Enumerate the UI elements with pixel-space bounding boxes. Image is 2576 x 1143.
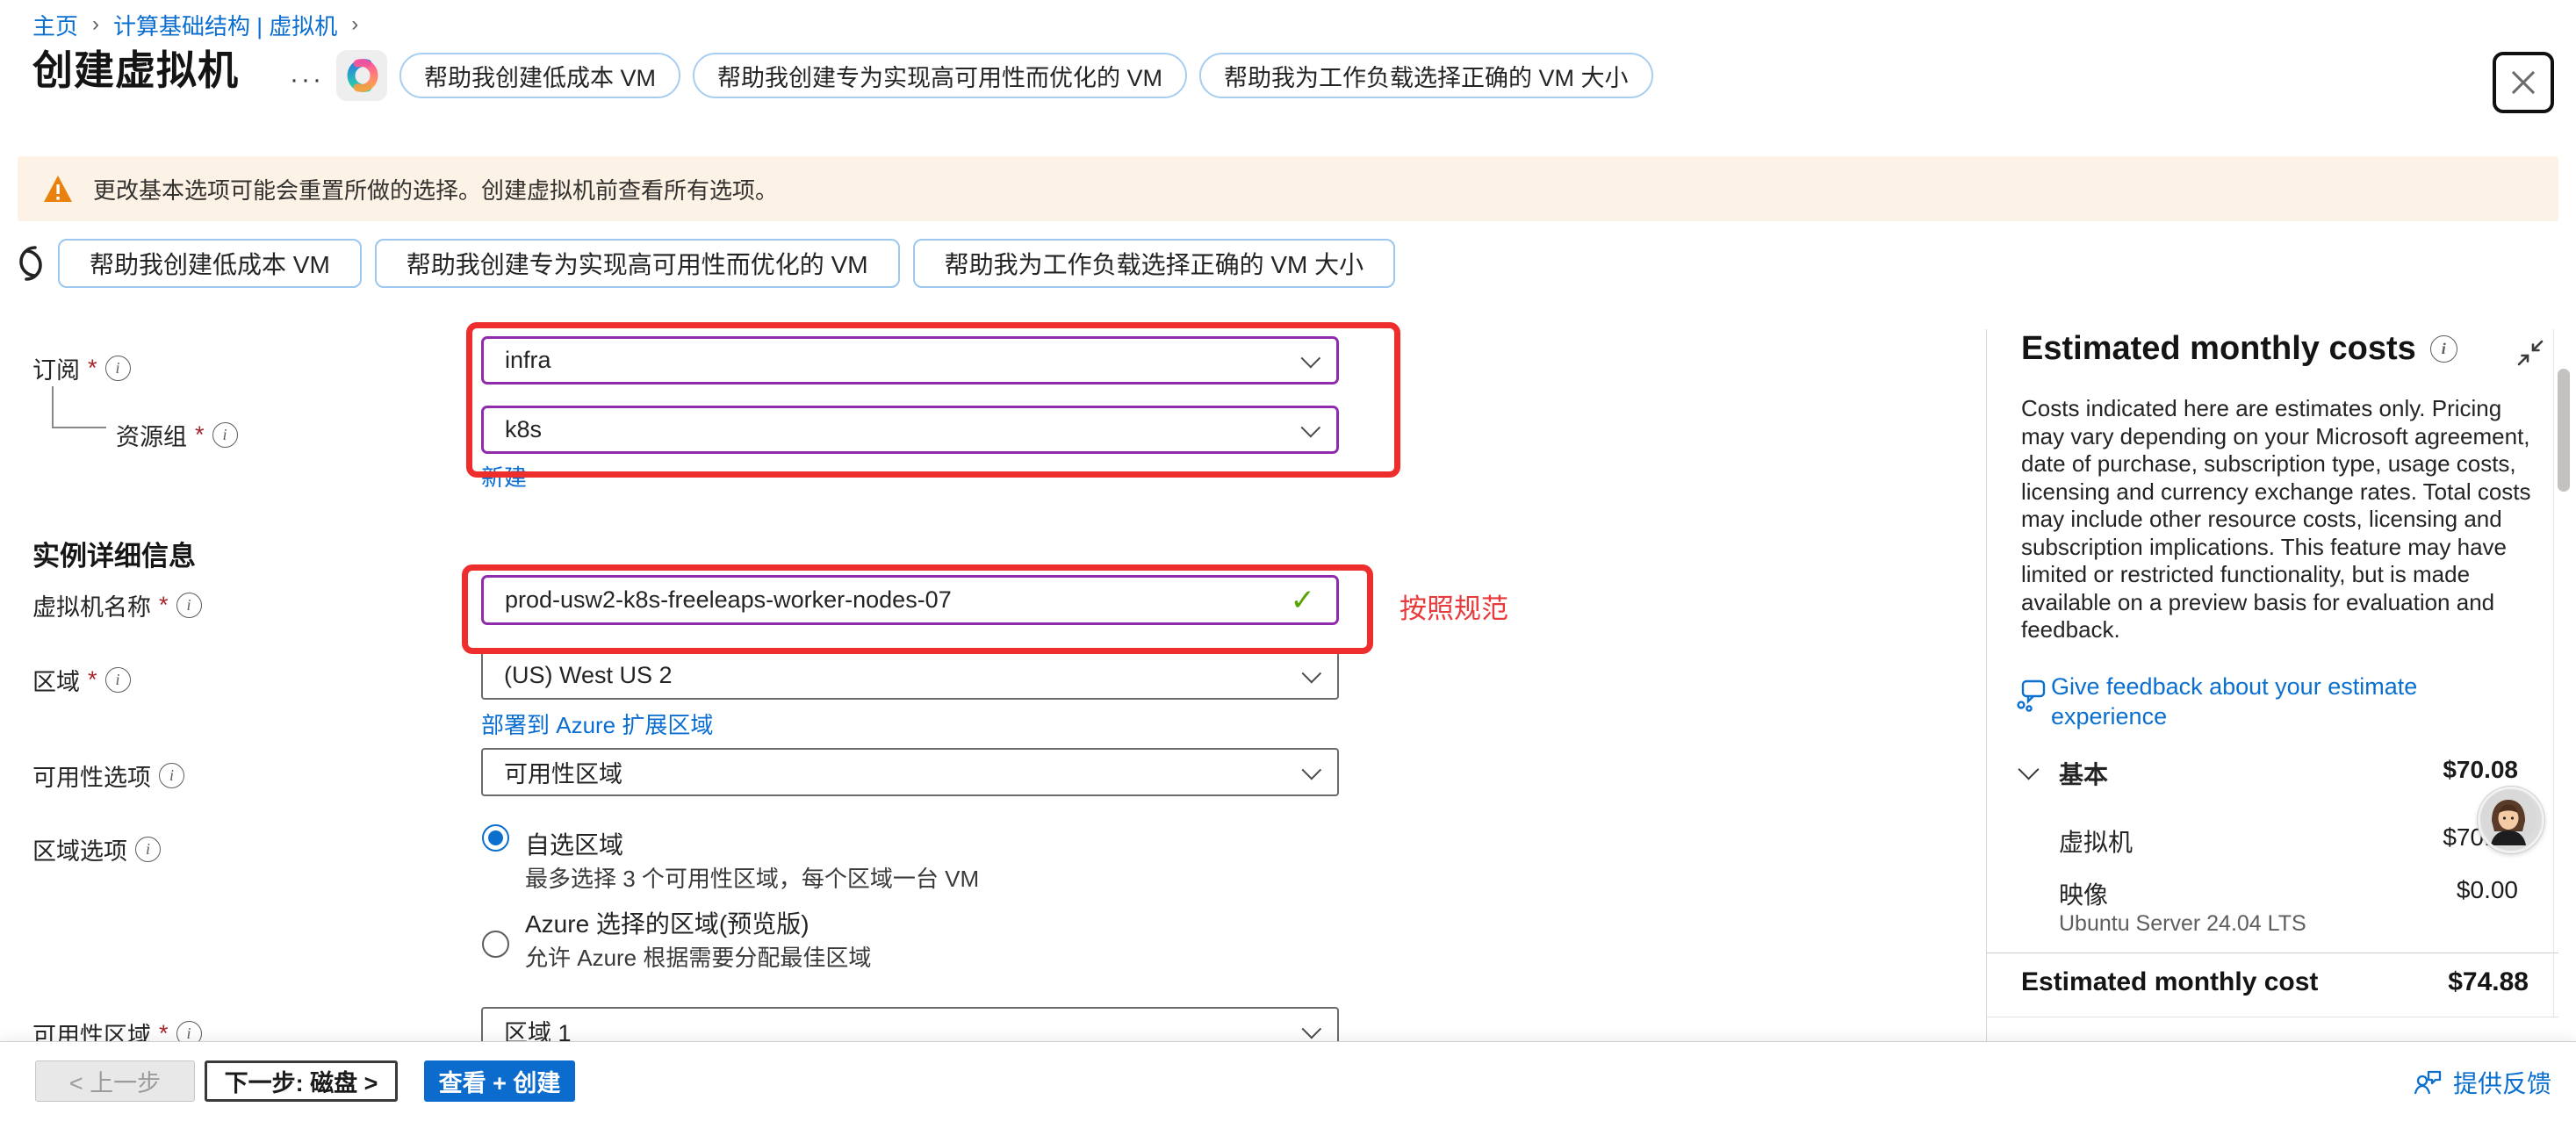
availability-options-label: 可用性选项	[32, 758, 184, 793]
warning-text: 更改基本选项可能会重置所做的选择。创建虚拟机前查看所有选项。	[93, 173, 778, 205]
connector-line	[52, 386, 54, 428]
radio-azure-selected-zone[interactable]	[482, 931, 509, 958]
chip-high-availability-vm[interactable]: 帮助我创建专为实现高可用性而优化的 VM	[693, 53, 1187, 98]
info-icon[interactable]	[159, 763, 184, 788]
more-options-button[interactable]: ···	[290, 65, 324, 95]
chevron-down-icon	[1301, 417, 1321, 437]
info-icon[interactable]	[135, 837, 161, 862]
connector-line	[52, 427, 106, 428]
create-new-resource-group-link[interactable]: 新建	[481, 460, 527, 492]
chevron-right-icon: ›	[351, 12, 358, 37]
previous-step-button[interactable]: < 上一步	[35, 1060, 195, 1102]
radio-self-selected-zone-label[interactable]: 自选区域	[525, 826, 623, 861]
review-create-button[interactable]: 查看 + 创建	[424, 1060, 575, 1102]
chevron-down-icon[interactable]	[2018, 758, 2039, 780]
assistant-avatar[interactable]	[2478, 787, 2544, 853]
scrollbar-thumb[interactable]	[2558, 369, 2570, 492]
header-suggestion-chips: 帮助我创建低成本 VM 帮助我创建专为实现高可用性而优化的 VM 帮助我为工作负…	[399, 53, 1653, 98]
chevron-down-icon	[1302, 663, 1322, 683]
info-icon[interactable]	[105, 356, 131, 381]
create-vm-page: 主页 › 计算基础结构 | 虚拟机 › 创建虚拟机 ··· 帮助我创建低成本 V…	[0, 0, 2576, 1143]
resource-group-label: 资源组 *	[116, 418, 238, 452]
info-icon[interactable]	[176, 593, 202, 618]
panel-separator	[1986, 952, 2558, 953]
annotation-text: 按照规范	[1400, 586, 1508, 626]
info-icon[interactable]	[2430, 335, 2457, 363]
copilot-outline-icon	[12, 242, 49, 289]
collapse-icon	[2516, 339, 2544, 367]
deploy-extended-zone-link[interactable]: 部署到 Azure 扩展区域	[481, 708, 713, 740]
total-cost-value: $74.88	[2283, 967, 2529, 997]
vm-name-input[interactable]: prod-usw2-k8s-freeleaps-worker-nodes-07 …	[481, 575, 1339, 625]
chevron-down-icon	[1301, 348, 1321, 368]
radio-azure-selected-zone-label[interactable]: Azure 选择的区域(预览版)	[525, 905, 809, 940]
subscription-label: 订阅 *	[32, 351, 131, 385]
info-icon[interactable]	[105, 667, 131, 693]
give-feedback-link[interactable]: 提供反馈	[2413, 1065, 2551, 1100]
avatar-image	[2480, 789, 2536, 845]
chip-right-vm-size[interactable]: 帮助我为工作负载选择正确的 VM 大小	[913, 239, 1396, 288]
radio-azure-selected-zone-desc: 允许 Azure 根据需要分配最佳区域	[525, 940, 871, 973]
warning-banner: 更改基本选项可能会重置所做的选择。创建虚拟机前查看所有选项。	[18, 156, 2558, 221]
zone-options-label: 区域选项	[32, 832, 161, 866]
estimate-feedback-link[interactable]: Give feedback about your estimate experi…	[2051, 672, 2508, 731]
estimate-feedback-icon	[2016, 678, 2047, 717]
panel-divider	[1986, 329, 1987, 1041]
availability-options-dropdown[interactable]: 可用性区域	[481, 748, 1339, 796]
copilot-icon	[342, 56, 381, 95]
scrollbar-track	[2553, 329, 2554, 1017]
chip-high-availability-vm[interactable]: 帮助我创建专为实现高可用性而优化的 VM	[375, 239, 900, 288]
cost-item-label: 虚拟机	[2059, 823, 2133, 859]
breadcrumb: 主页 › 计算基础结构 | 虚拟机 ›	[32, 9, 358, 41]
page-title: 创建虚拟机	[32, 39, 239, 97]
cost-item-subtext: Ubuntu Server 24.04 LTS	[2059, 911, 2306, 937]
cost-item-value: $0.00	[2283, 876, 2518, 904]
cost-group-value: $70.08	[2283, 756, 2518, 784]
next-step-disks-button[interactable]: 下一步: 磁盘 >	[205, 1060, 398, 1102]
region-dropdown[interactable]: (US) West US 2	[481, 651, 1339, 700]
vm-name-label: 虚拟机名称 *	[32, 588, 202, 622]
breadcrumb-home[interactable]: 主页	[32, 9, 78, 41]
breadcrumb-virtual-machines[interactable]: 计算基础结构 | 虚拟机	[113, 9, 337, 41]
radio-self-selected-zone-desc: 最多选择 3 个可用性区域，每个区域一台 VM	[525, 861, 979, 894]
valid-check-icon: ✓	[1291, 583, 1316, 618]
chevron-right-icon: ›	[92, 12, 99, 37]
give-feedback-label: 提供反馈	[2453, 1065, 2551, 1100]
info-icon[interactable]	[212, 422, 238, 448]
chevron-down-icon	[1302, 1018, 1322, 1039]
region-label: 区域 *	[32, 663, 131, 697]
footer-bar: < 上一步 下一步: 磁盘 > 查看 + 创建 提供反馈	[0, 1041, 2576, 1143]
section-instance-details: 实例详细信息	[32, 534, 196, 573]
close-button[interactable]	[2493, 52, 2554, 113]
copilot-button[interactable]	[336, 50, 387, 101]
chip-low-cost-vm[interactable]: 帮助我创建低成本 VM	[58, 239, 362, 288]
cost-group-label[interactable]: 基本	[2059, 756, 2108, 791]
chevron-down-icon	[1302, 759, 1322, 780]
warning-icon	[42, 175, 74, 203]
cost-panel-description: Costs indicated here are estimates only.…	[2021, 395, 2534, 644]
cost-item-label: 映像	[2059, 876, 2108, 911]
collapse-panel-button[interactable]	[2516, 339, 2544, 371]
assist-suggestion-chips: 帮助我创建低成本 VM 帮助我创建专为实现高可用性而优化的 VM 帮助我为工作负…	[58, 239, 1395, 288]
total-cost-label: Estimated monthly cost	[2021, 967, 2318, 997]
feedback-person-icon	[2413, 1068, 2443, 1097]
chip-low-cost-vm[interactable]: 帮助我创建低成本 VM	[399, 53, 680, 98]
subscription-dropdown[interactable]: infra	[481, 336, 1339, 385]
resource-group-dropdown[interactable]: k8s	[481, 406, 1339, 454]
chip-right-vm-size[interactable]: 帮助我为工作负载选择正确的 VM 大小	[1199, 53, 1653, 98]
cost-panel-title: Estimated monthly costs	[2021, 330, 2457, 368]
radio-self-selected-zone[interactable]	[482, 824, 509, 852]
